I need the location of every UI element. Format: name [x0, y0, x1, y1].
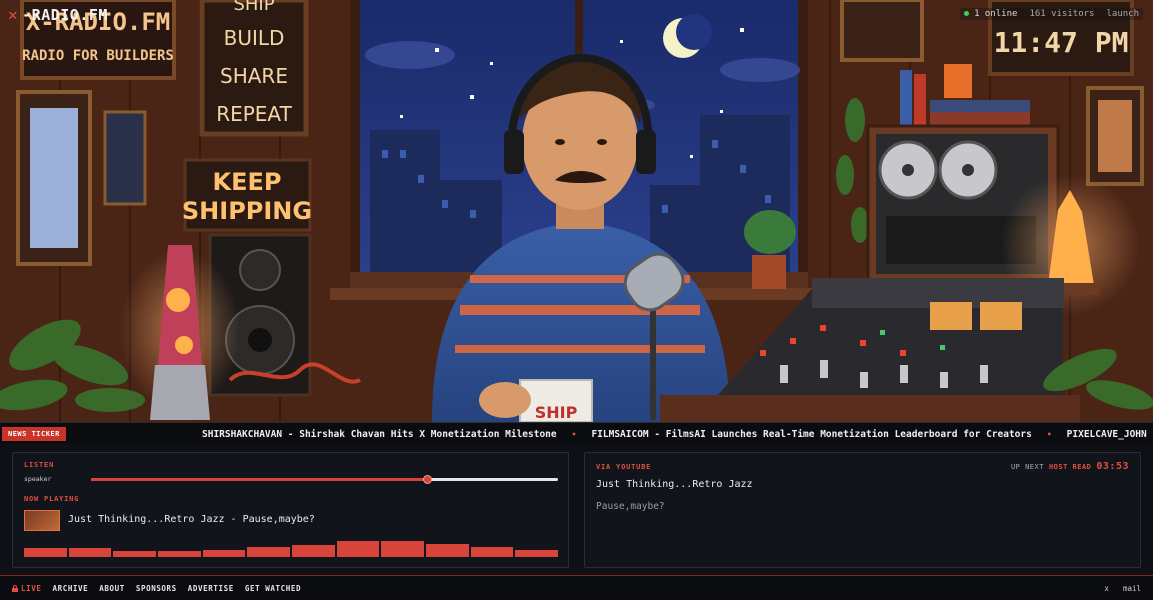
- app-root: X-RADIO.FM RADIO FOR BUILDERS SHIP BUILD…: [0, 0, 1153, 600]
- social-links: x mail: [1104, 584, 1141, 593]
- nav-get-watched[interactable]: Get Watched: [245, 584, 301, 593]
- visualizer-bar: [202, 549, 246, 557]
- ticker-item[interactable]: PIXELCAVE_JOHN - Shad: [1067, 429, 1153, 440]
- svg-text:RADIO FOR BUILDERS: RADIO FOR BUILDERS: [22, 48, 174, 64]
- now-playing-label: Now Playing: [24, 495, 80, 503]
- brand[interactable]: ✕ -RADIO.FM: [8, 5, 108, 24]
- youtube-title: Just Thinking...Retro Jazz: [596, 479, 753, 490]
- svg-text:SHIPPING: SHIPPING: [182, 197, 312, 225]
- nav-archive[interactable]: Archive: [52, 584, 88, 593]
- youtube-panel: Via YouTube Up Next Host Read 03:53 Just…: [584, 452, 1141, 568]
- audio-visualizer: [24, 541, 558, 557]
- brand-name: -RADIO.FM: [22, 5, 108, 24]
- ticker-item[interactable]: FILMSAICOM - FilmsAI Launches Real-Time …: [591, 429, 1031, 440]
- up-next-label: Up Next: [1010, 463, 1044, 471]
- listen-panel: Listen speaker Now Playing Just Thinking…: [12, 452, 569, 568]
- listen-label: Listen: [24, 461, 55, 469]
- footer: Live Archive About Sponsors Advertise Ge…: [0, 575, 1153, 600]
- footer-nav: Live Archive About Sponsors Advertise Ge…: [12, 584, 301, 593]
- volume-slider[interactable]: [91, 475, 558, 484]
- nav-sponsors[interactable]: Sponsors: [136, 584, 177, 593]
- visualizer-bar: [470, 547, 514, 557]
- youtube-subtitle: Pause,maybe?: [596, 501, 665, 512]
- visitor-count: 161 visitors: [1029, 9, 1095, 19]
- svg-text:SHARE: SHARE: [220, 64, 288, 88]
- status-bar: 1 online 161 visitors launch: [960, 8, 1143, 20]
- online-dot-icon: [964, 11, 970, 16]
- svg-text:REPEAT: REPEAT: [216, 102, 292, 126]
- visualizer-bar: [158, 551, 201, 557]
- online-count: 1 online: [964, 9, 1017, 19]
- ticker-item[interactable]: SHIRSHAKCHAVAN - Shirshak Chavan Hits X …: [202, 429, 557, 440]
- social-x-link[interactable]: x: [1104, 584, 1109, 593]
- visualizer-bar: [247, 547, 290, 557]
- visualizer-bar: [381, 541, 424, 557]
- lock-icon: [12, 584, 18, 592]
- ticker-track: SHIRSHAKCHAVAN - Shirshak Chavan Hits X …: [202, 423, 1153, 444]
- news-ticker: News Ticker SHIRSHAKCHAVAN - Shirshak Ch…: [0, 422, 1153, 444]
- ticker-label: News Ticker: [2, 426, 66, 441]
- x-logo-icon: ✕: [8, 5, 19, 24]
- launch-link[interactable]: launch: [1106, 9, 1139, 19]
- nav-live[interactable]: Live: [12, 584, 41, 593]
- visualizer-bar: [24, 548, 67, 557]
- nav-about[interactable]: About: [99, 584, 125, 593]
- svg-text:SHIP: SHIP: [535, 403, 578, 422]
- visualizer-bar: [515, 549, 558, 557]
- speaker-label: speaker: [24, 475, 52, 483]
- now-playing-title: Just Thinking...Retro Jazz - Pause,maybe…: [68, 514, 315, 525]
- svg-text:SHIP: SHIP: [233, 0, 274, 15]
- svg-text:BUILD: BUILD: [224, 26, 285, 50]
- ticker-separator: •: [571, 429, 577, 439]
- visualizer-bar: [426, 544, 469, 557]
- visualizer-bar: [68, 548, 112, 557]
- host-read-label: Host Read: [1048, 463, 1092, 471]
- visualizer-bar: [292, 545, 335, 557]
- countdown-timer: 03:53: [1096, 461, 1129, 472]
- album-art: [24, 510, 60, 531]
- svg-text:KEEP: KEEP: [213, 168, 282, 196]
- radio-host-illustration: X-RADIO.FM RADIO FOR BUILDERS SHIP BUILD…: [0, 0, 1153, 422]
- visualizer-bar: [113, 550, 156, 557]
- up-next: Up Next Host Read 03:53: [1011, 461, 1129, 472]
- svg-text:11:47 PM: 11:47 PM: [994, 26, 1129, 59]
- youtube-label: Via YouTube: [596, 463, 652, 471]
- volume-fill: [91, 478, 428, 481]
- radio-scene: X-RADIO.FM RADIO FOR BUILDERS SHIP BUILD…: [0, 0, 1153, 422]
- social-mail-link[interactable]: mail: [1123, 584, 1141, 593]
- nav-advertise[interactable]: Advertise: [188, 584, 234, 593]
- visualizer-bar: [336, 541, 380, 557]
- volume-knob[interactable]: [423, 475, 433, 484]
- ticker-separator: •: [1046, 429, 1052, 439]
